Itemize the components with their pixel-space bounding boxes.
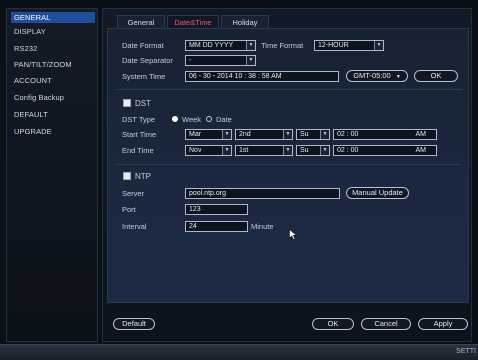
ntp-port-input[interactable]: 123	[185, 204, 248, 215]
chevron-down-icon: ▼	[246, 56, 255, 65]
sidebar-item-general[interactable]: GENERAL	[11, 12, 95, 23]
chevron-down-icon: ▼	[246, 41, 255, 50]
chevron-down-icon: ▼	[320, 146, 329, 155]
tab-holiday[interactable]: Holiday	[221, 15, 269, 28]
tab-date-time[interactable]: Date&Time	[167, 15, 219, 28]
ntp-interval-unit: Minute	[251, 222, 274, 231]
settings-main: General Date&Time Holiday Date Format MM…	[102, 8, 472, 342]
ntp-interval-label: Interval	[122, 222, 147, 231]
start-week-select[interactable]: 2nd ▼	[235, 129, 293, 140]
bottom-status-bar: SETTI	[0, 344, 478, 360]
system-time-value: 06 - 30 - 2014 10 : 38 : 58 AM	[189, 73, 282, 80]
date-format-label: Date Format	[122, 41, 164, 50]
chevron-down-icon: ▼	[395, 74, 401, 80]
chevron-down-icon: ▼	[222, 146, 231, 155]
system-time-input[interactable]: 06 - 30 - 2014 10 : 38 : 58 AM	[185, 71, 339, 82]
sidebar-item-config-backup[interactable]: Config Backup	[11, 92, 95, 103]
chevron-down-icon: ▼	[222, 130, 231, 139]
sidebar-item-default[interactable]: DEFAULT	[11, 109, 95, 120]
date-format-value: MM DD YYYY	[189, 42, 234, 49]
ntp-interval-input[interactable]: 24	[185, 221, 248, 232]
start-ampm-value: AM	[415, 131, 427, 138]
dst-type-label: DST Type	[122, 115, 156, 124]
ntp-port-label: Port	[122, 205, 136, 214]
end-day-select[interactable]: Su ▼	[296, 145, 330, 156]
end-time-label: End Time	[122, 146, 154, 155]
time-format-label: Time Format	[261, 41, 304, 50]
ntp-server-label: Server	[122, 189, 145, 198]
sidebar-item-rs232[interactable]: RS232	[11, 43, 95, 54]
dst-type-week-label: Week	[182, 115, 202, 124]
start-month-select[interactable]: Mar ▼	[185, 129, 232, 140]
dst-label: DST	[135, 99, 151, 108]
mouse-cursor-icon	[289, 229, 298, 240]
date-separator-value: -	[189, 57, 192, 64]
dst-checkbox[interactable]	[123, 99, 131, 107]
ntp-port-value: 123	[189, 206, 201, 213]
date-format-select[interactable]: MM DD YYYY ▼	[185, 40, 256, 51]
start-day-select[interactable]: Su ▼	[296, 129, 330, 140]
manual-update-button[interactable]: Manual Update	[346, 187, 409, 199]
divider	[116, 89, 462, 90]
ntp-label: NTP	[135, 172, 151, 181]
dst-type-date-label: Date	[216, 115, 232, 124]
chevron-down-icon: ▼	[283, 130, 292, 139]
timezone-select[interactable]: GMT-05:00 ▼	[346, 70, 408, 82]
ntp-server-input[interactable]: pool.ntp.org	[185, 188, 340, 199]
date-time-panel: Date Format MM DD YYYY ▼ Time Format 12-…	[107, 28, 469, 303]
tab-general[interactable]: General	[117, 15, 165, 28]
end-time-input[interactable]: 02 : 00 AM	[333, 145, 437, 156]
ntp-server-value: pool.ntp.org	[189, 190, 226, 197]
start-time-value: 02 : 00	[337, 131, 359, 138]
bottom-bar-text: SETTI	[456, 348, 476, 355]
ntp-interval-value: 24	[189, 223, 197, 230]
dst-type-date-radio[interactable]	[206, 116, 212, 122]
ntp-checkbox[interactable]	[123, 172, 131, 180]
dvr-settings-screen: GENERAL DISPLAY RS232 PAN/TILT/ZOOM ACCO…	[0, 0, 478, 360]
settings-sidebar: GENERAL DISPLAY RS232 PAN/TILT/ZOOM ACCO…	[6, 8, 98, 342]
sidebar-item-display[interactable]: DISPLAY	[11, 26, 95, 37]
time-format-value: 12-HOUR	[318, 42, 349, 49]
apply-button[interactable]: Apply	[418, 318, 468, 330]
sidebar-item-upgrade[interactable]: UPGRADE	[11, 126, 95, 137]
sidebar-item-account[interactable]: ACCOUNT	[11, 75, 95, 86]
end-day-value: Su	[300, 147, 309, 154]
date-separator-select[interactable]: - ▼	[185, 55, 256, 66]
start-week-value: 2nd	[239, 131, 251, 138]
default-button[interactable]: Default	[113, 318, 155, 330]
system-time-label: System Time	[122, 72, 166, 81]
end-week-select[interactable]: 1st ▼	[235, 145, 293, 156]
time-format-select[interactable]: 12-HOUR ▼	[314, 40, 384, 51]
divider	[116, 164, 462, 165]
sidebar-item-pan-tilt-zoom[interactable]: PAN/TILT/ZOOM	[11, 59, 95, 70]
chevron-down-icon: ▼	[320, 130, 329, 139]
chevron-down-icon: ▼	[283, 146, 292, 155]
end-month-select[interactable]: Nov ▼	[185, 145, 232, 156]
start-month-value: Mar	[189, 131, 202, 138]
end-month-value: Nov	[189, 147, 202, 154]
system-time-ok-button[interactable]: OK	[414, 70, 458, 82]
start-day-value: Su	[300, 131, 309, 138]
cancel-button[interactable]: Cancel	[361, 318, 411, 330]
ok-button[interactable]: OK	[312, 318, 354, 330]
end-time-value: 02 : 00	[337, 147, 359, 154]
end-ampm-value: AM	[415, 147, 427, 154]
start-time-input[interactable]: 02 : 00 AM	[333, 129, 437, 140]
start-time-label: Start Time	[122, 130, 157, 139]
chevron-down-icon: ▼	[374, 41, 383, 50]
date-separator-label: Date Separator	[122, 56, 173, 65]
end-week-value: 1st	[239, 147, 249, 154]
dst-type-week-radio[interactable]	[172, 116, 178, 122]
timezone-value: GMT-05:00	[353, 71, 391, 80]
